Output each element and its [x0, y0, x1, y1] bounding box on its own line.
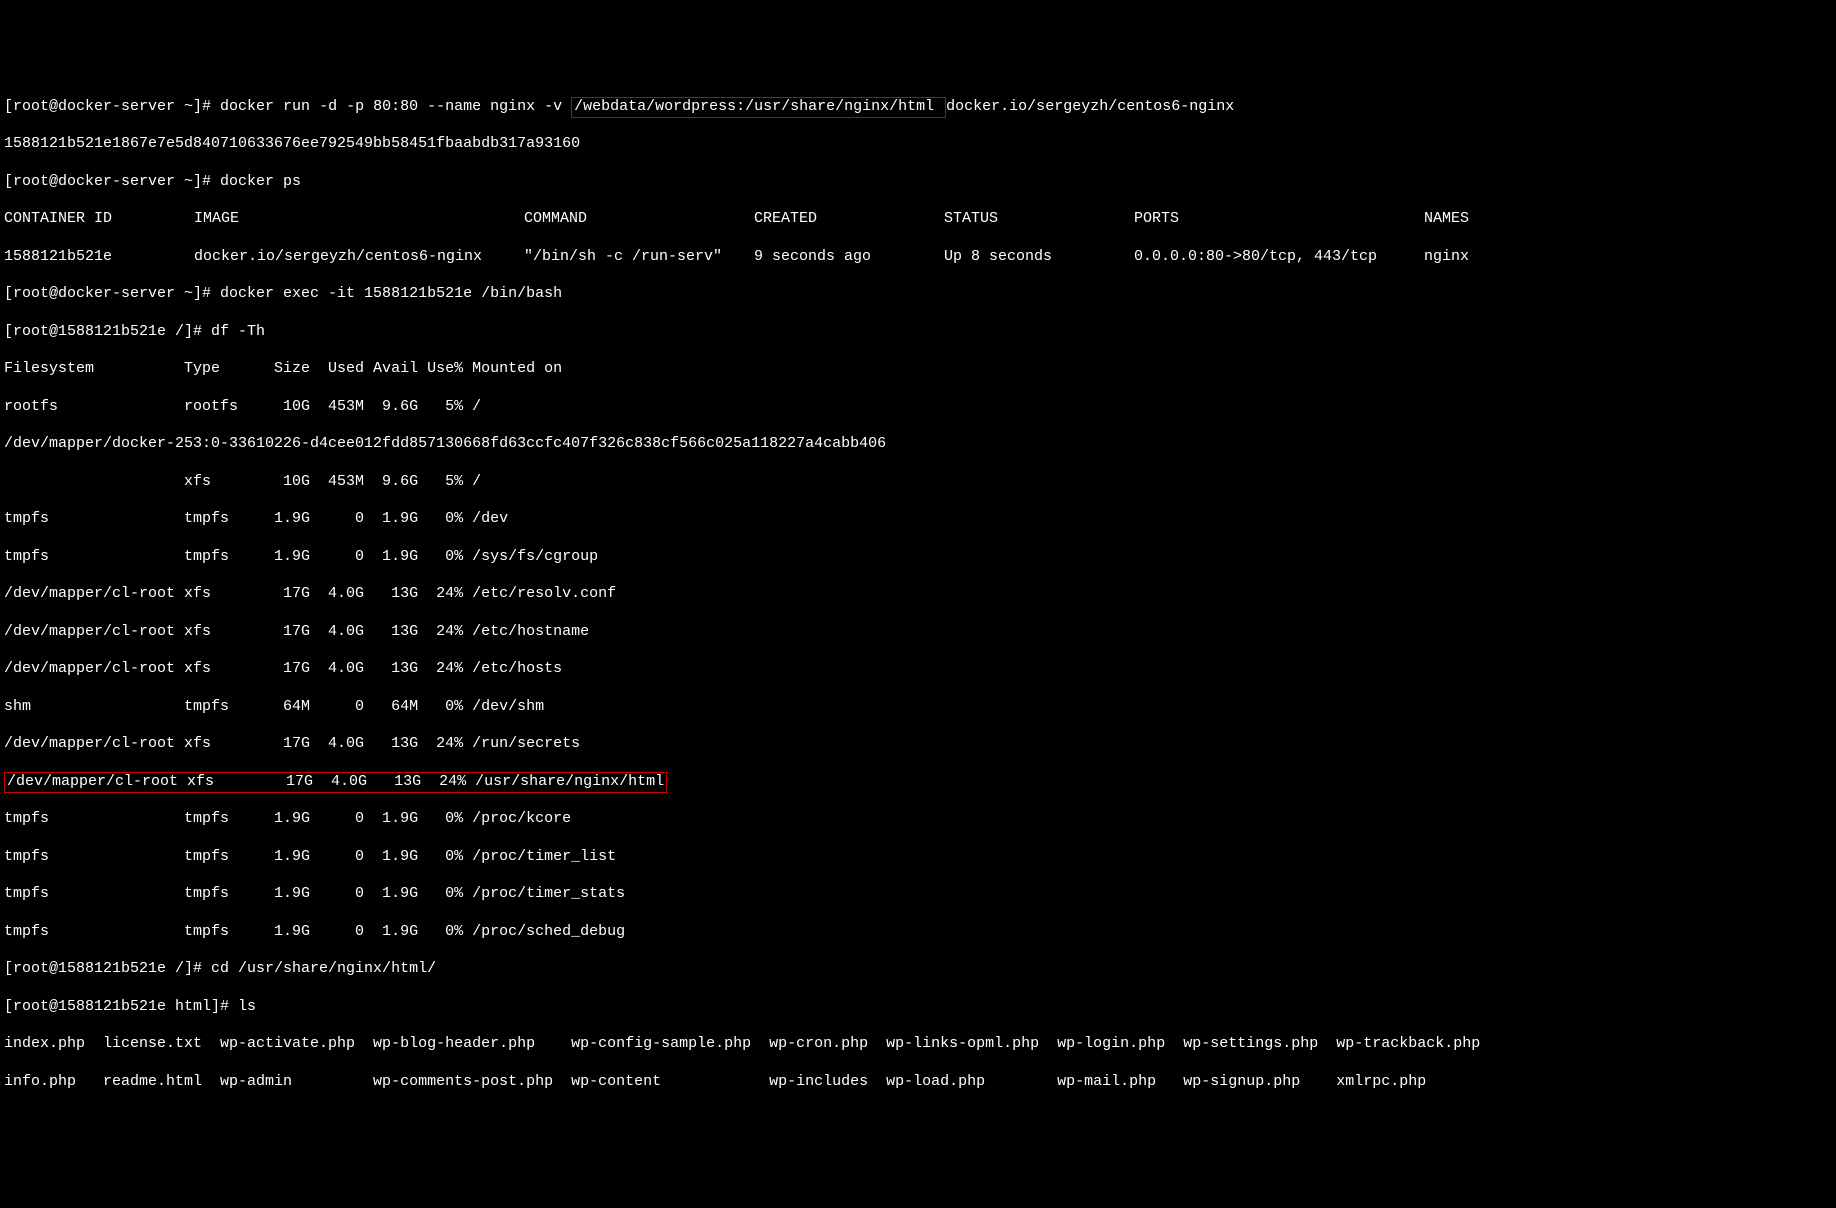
val-image: docker.io/sergeyzh/centos6-nginx [194, 248, 524, 267]
prompt: [root@docker-server ~]# [4, 98, 220, 115]
col-names: NAMES [1424, 210, 1469, 227]
df-row: tmpfs tmpfs 1.9G 0 1.9G 0% /sys/fs/cgrou… [4, 548, 1832, 567]
cmd-docker-exec: [root@docker-server ~]# docker exec -it … [4, 285, 1832, 304]
df-row: /dev/mapper/cl-root xfs 17G 4.0G 13G 24%… [4, 585, 1832, 604]
col-container-id: CONTAINER ID [4, 210, 194, 229]
val-status: Up 8 seconds [944, 248, 1134, 267]
cmd-docker-run: [root@docker-server ~]# docker run -d -p… [4, 98, 1832, 117]
df-row: tmpfs tmpfs 1.9G 0 1.9G 0% /proc/timer_s… [4, 885, 1832, 904]
df-row: rootfs rootfs 10G 453M 9.6G 5% / [4, 398, 1832, 417]
df-row: shm tmpfs 64M 0 64M 0% /dev/shm [4, 698, 1832, 717]
val-command: "/bin/sh -c /run-serv" [524, 248, 754, 267]
df-row: tmpfs tmpfs 1.9G 0 1.9G 0% /dev [4, 510, 1832, 529]
col-ports: PORTS [1134, 210, 1424, 229]
cmd-ls: [root@1588121b521e html]# ls [4, 998, 1832, 1017]
df-row: tmpfs tmpfs 1.9G 0 1.9G 0% /proc/kcore [4, 810, 1832, 829]
ls-output: info.php readme.html wp-admin wp-comment… [4, 1073, 1832, 1092]
val-container-id: 1588121b521e [4, 248, 194, 267]
df-row: /dev/mapper/cl-root xfs 17G 4.0G 13G 24%… [4, 660, 1832, 679]
df-row: xfs 10G 453M 9.6G 5% / [4, 473, 1832, 492]
cmd-text: docker run -d -p 80:80 --name nginx -v [220, 98, 571, 115]
ps-header: CONTAINER IDIMAGECOMMANDCREATEDSTATUSPOR… [4, 210, 1832, 229]
df-row: /dev/mapper/docker-253:0-33610226-d4cee0… [4, 435, 1832, 454]
cmd-df: [root@1588121b521e /]# df -Th [4, 323, 1832, 342]
col-command: COMMAND [524, 210, 754, 229]
df-row: tmpfs tmpfs 1.9G 0 1.9G 0% /proc/timer_l… [4, 848, 1832, 867]
cmd-text: docker.io/sergeyzh/centos6-nginx [946, 98, 1234, 115]
df-row: /dev/mapper/cl-root xfs 17G 4.0G 13G 24%… [4, 735, 1832, 754]
df-row-highlight: /dev/mapper/cl-root xfs 17G 4.0G 13G 24%… [4, 773, 1832, 792]
container-id-output: 1588121b521e1867e7e5d840710633676ee79254… [4, 135, 1832, 154]
df-header: Filesystem Type Size Used Avail Use% Mou… [4, 360, 1832, 379]
val-created: 9 seconds ago [754, 248, 944, 267]
col-image: IMAGE [194, 210, 524, 229]
col-status: STATUS [944, 210, 1134, 229]
df-row: tmpfs tmpfs 1.9G 0 1.9G 0% /proc/sched_d… [4, 923, 1832, 942]
cmd-cd: [root@1588121b521e /]# cd /usr/share/ngi… [4, 960, 1832, 979]
highlight-nginx-mount: /dev/mapper/cl-root xfs 17G 4.0G 13G 24%… [4, 772, 667, 793]
col-created: CREATED [754, 210, 944, 229]
val-names: nginx [1424, 248, 1469, 265]
ls-output: index.php license.txt wp-activate.php wp… [4, 1035, 1832, 1054]
val-ports: 0.0.0.0:80->80/tcp, 443/tcp [1134, 248, 1424, 267]
ps-row: 1588121b521edocker.io/sergeyzh/centos6-n… [4, 248, 1832, 267]
cmd-docker-ps: [root@docker-server ~]# docker ps [4, 173, 1832, 192]
highlight-volume-path: /webdata/wordpress:/usr/share/nginx/html [571, 97, 946, 118]
terminal-output: [root@docker-server ~]# docker run -d -p… [4, 79, 1832, 1110]
df-row: /dev/mapper/cl-root xfs 17G 4.0G 13G 24%… [4, 623, 1832, 642]
